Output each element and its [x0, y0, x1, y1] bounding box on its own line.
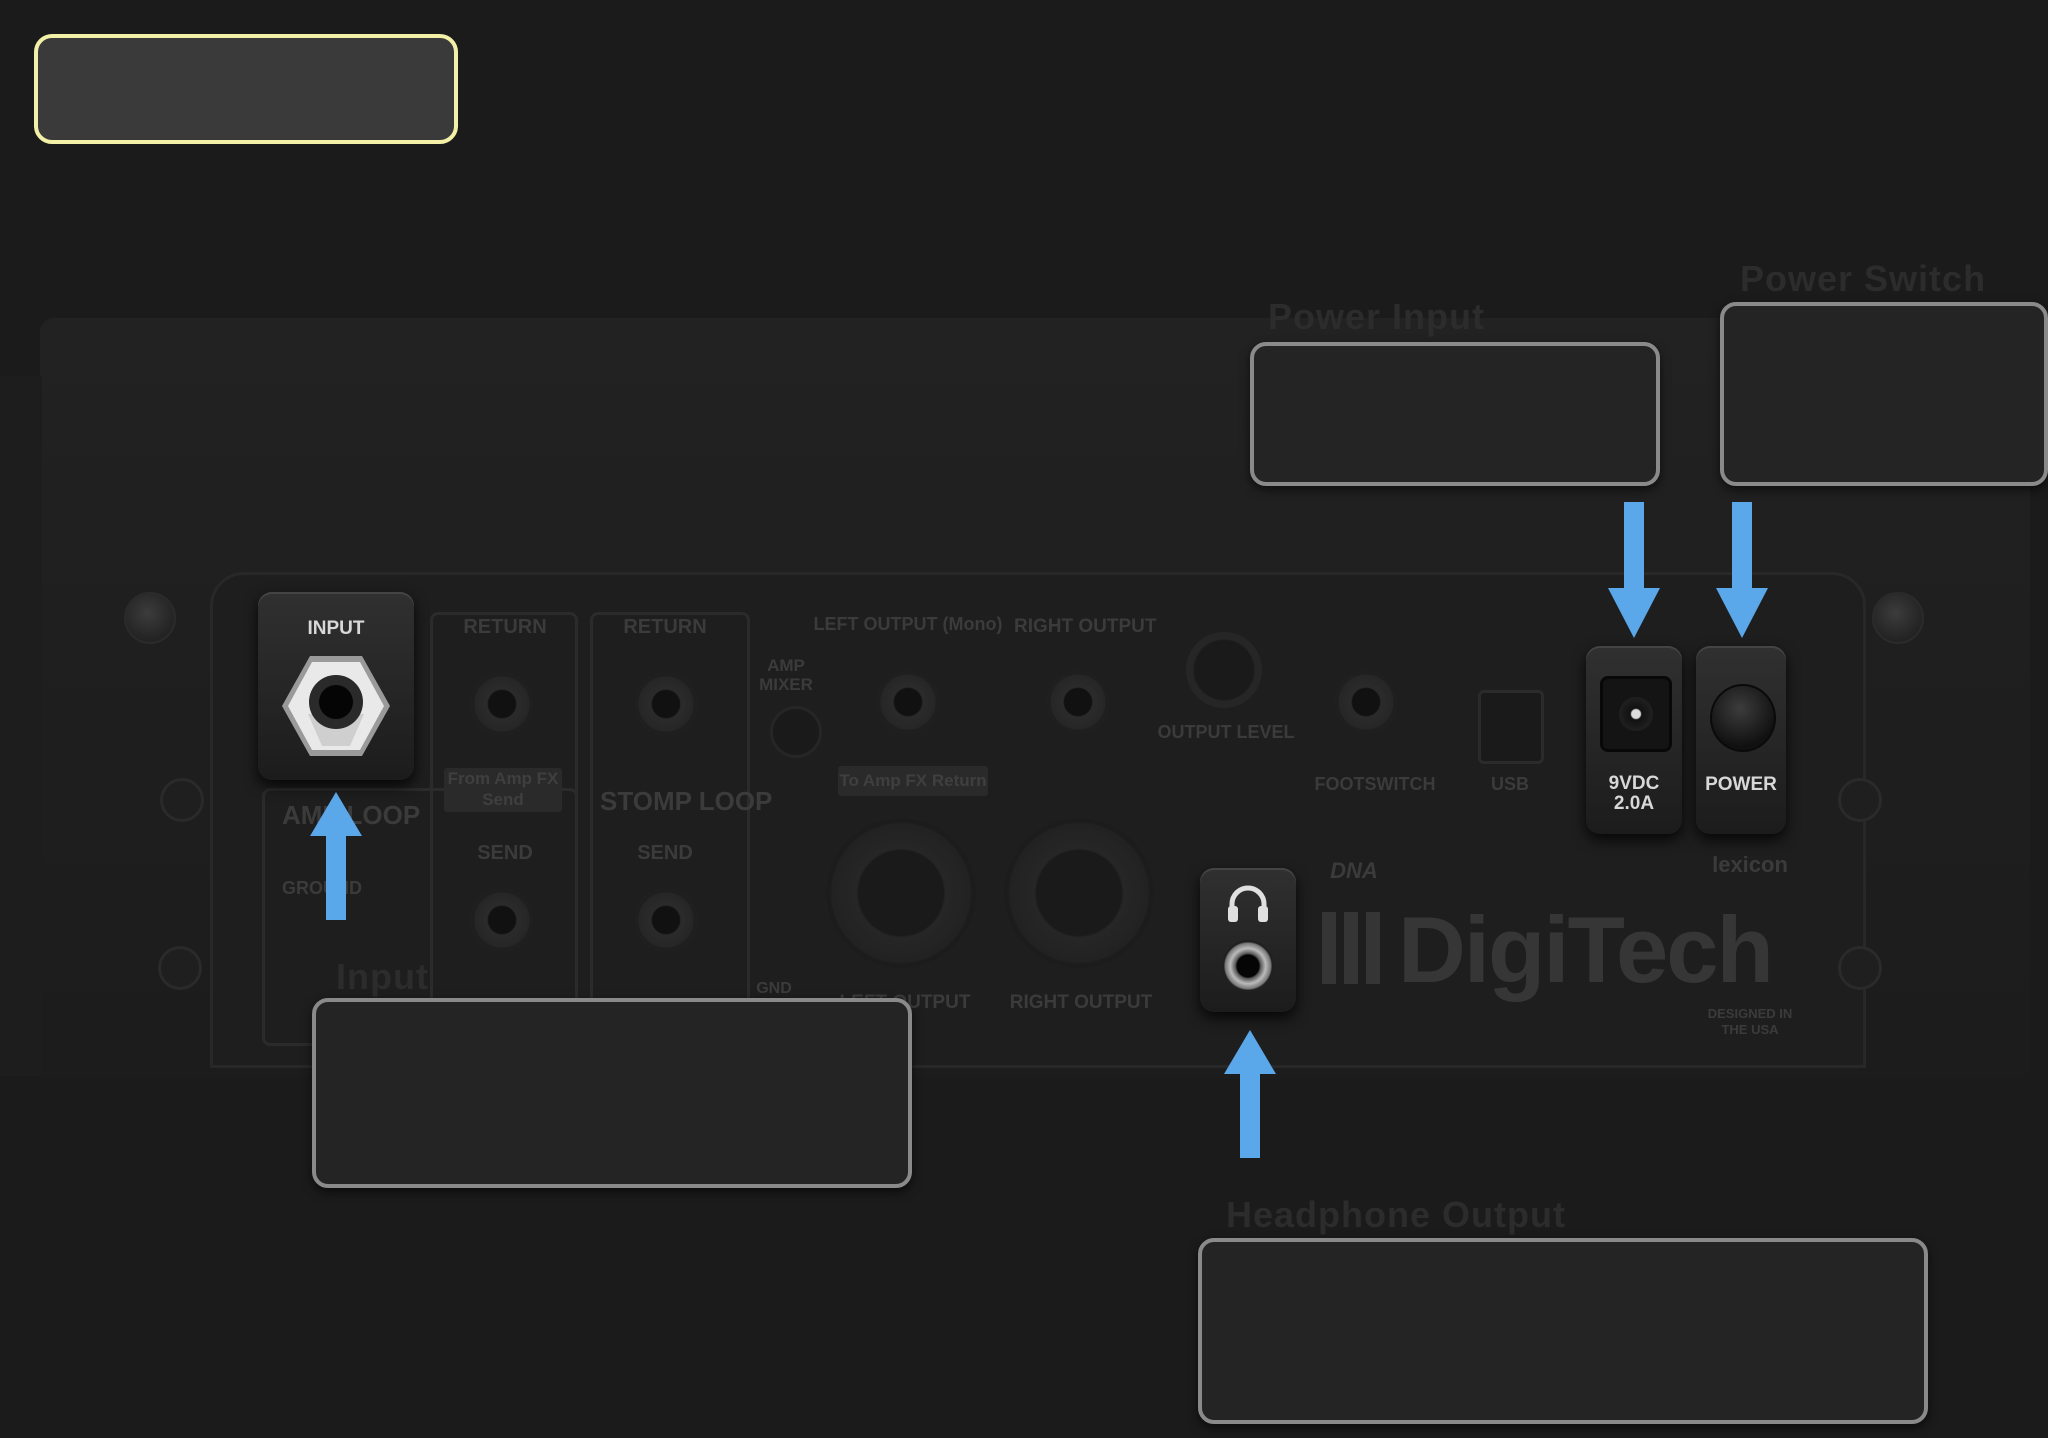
screw-low-left [158, 946, 202, 990]
screw-low-right [1838, 946, 1882, 990]
power-input-callout [1250, 342, 1660, 486]
input-label: INPUT [307, 618, 365, 639]
usb-label: USB [1490, 774, 1529, 794]
arrow-down-power-switch [1716, 502, 1768, 638]
output-level-label: OUTPUT LEVEL [1157, 722, 1295, 742]
return-label-1: RETURN [463, 616, 547, 638]
return-jack-2 [634, 672, 698, 736]
arrow-down-power-input [1608, 502, 1660, 638]
power-input-heading: Power Input [1268, 296, 1485, 337]
amp-mixer-label: AMP MIXER [759, 656, 813, 694]
footswitch-jack [1334, 670, 1398, 734]
return-jack-1 [470, 672, 534, 736]
arrow-up-headphone [1224, 1030, 1276, 1158]
designed-in-usa: DESIGNED IN THE USA [1707, 1006, 1793, 1037]
dc-socket [1600, 676, 1672, 752]
usb-port [1478, 690, 1544, 764]
dc-pin [1619, 697, 1653, 731]
lexicon-logo: lexicon [1712, 852, 1788, 877]
digitech-logo-mark [1322, 912, 1388, 984]
power-switch-label: POWER [1705, 774, 1777, 795]
right-xlr-output [1004, 818, 1154, 968]
input-jack-icon [282, 656, 390, 756]
power-switch-highlight[interactable]: POWER [1696, 646, 1786, 834]
send-label-1: SEND [477, 842, 533, 864]
left-output-jack [876, 670, 940, 734]
power-switch-heading: Power Switch [1740, 258, 1987, 299]
dna-logo: DNA [1330, 858, 1378, 883]
right-output-jack [1046, 670, 1110, 734]
left-output-label: LEFT OUTPUT (Mono) [813, 614, 1003, 634]
from-amp-fx-send-tag: From Amp FX Send [444, 768, 562, 812]
amp-mixer-switch [770, 706, 822, 758]
output-level-knob [1186, 632, 1262, 708]
chassis-side [0, 376, 42, 1076]
send-jack-2 [634, 888, 698, 952]
headphone-output-heading: Headphone Output [1226, 1194, 1566, 1235]
arrow-up-input [310, 792, 362, 920]
gnd-label: GND [756, 980, 792, 997]
screw-top-left [124, 592, 176, 644]
send-jack-1 [470, 888, 534, 952]
footswitch-label: FOOTSWITCH [1314, 774, 1436, 794]
power-button[interactable] [1710, 684, 1776, 752]
left-xlr-output [826, 818, 976, 968]
to-amp-fx-return-tag: To Amp FX Return [838, 766, 988, 796]
input-heading: Input [336, 956, 429, 997]
headphone-socket [1222, 940, 1274, 992]
power-input-highlight[interactable]: 9VDC 2.0A [1586, 646, 1682, 834]
headphone-jack-highlight[interactable] [1200, 868, 1296, 1012]
power-switch-callout [1720, 302, 2048, 486]
digitech-logo: DigiTech [1398, 897, 1774, 1002]
input-callout [312, 998, 912, 1188]
input-jack-highlight[interactable]: INPUT [258, 592, 414, 780]
screw-mid-right [1838, 778, 1882, 822]
screw-mid-left [160, 778, 204, 822]
title-box [34, 34, 458, 144]
headphones-icon [1228, 885, 1268, 922]
headphone-output-callout [1198, 1238, 1928, 1424]
stomp-loop-label: STOMP LOOP [600, 786, 773, 816]
power-input-label: 9VDC 2.0A [1608, 773, 1660, 814]
send-label-2: SEND [637, 842, 693, 864]
right-output-label: RIGHT OUTPUT [1014, 616, 1157, 637]
right-output-xlr-label: RIGHT OUTPUT [1009, 992, 1153, 1013]
return-label-2: RETURN [623, 616, 707, 638]
screw-top-right [1872, 592, 1924, 644]
